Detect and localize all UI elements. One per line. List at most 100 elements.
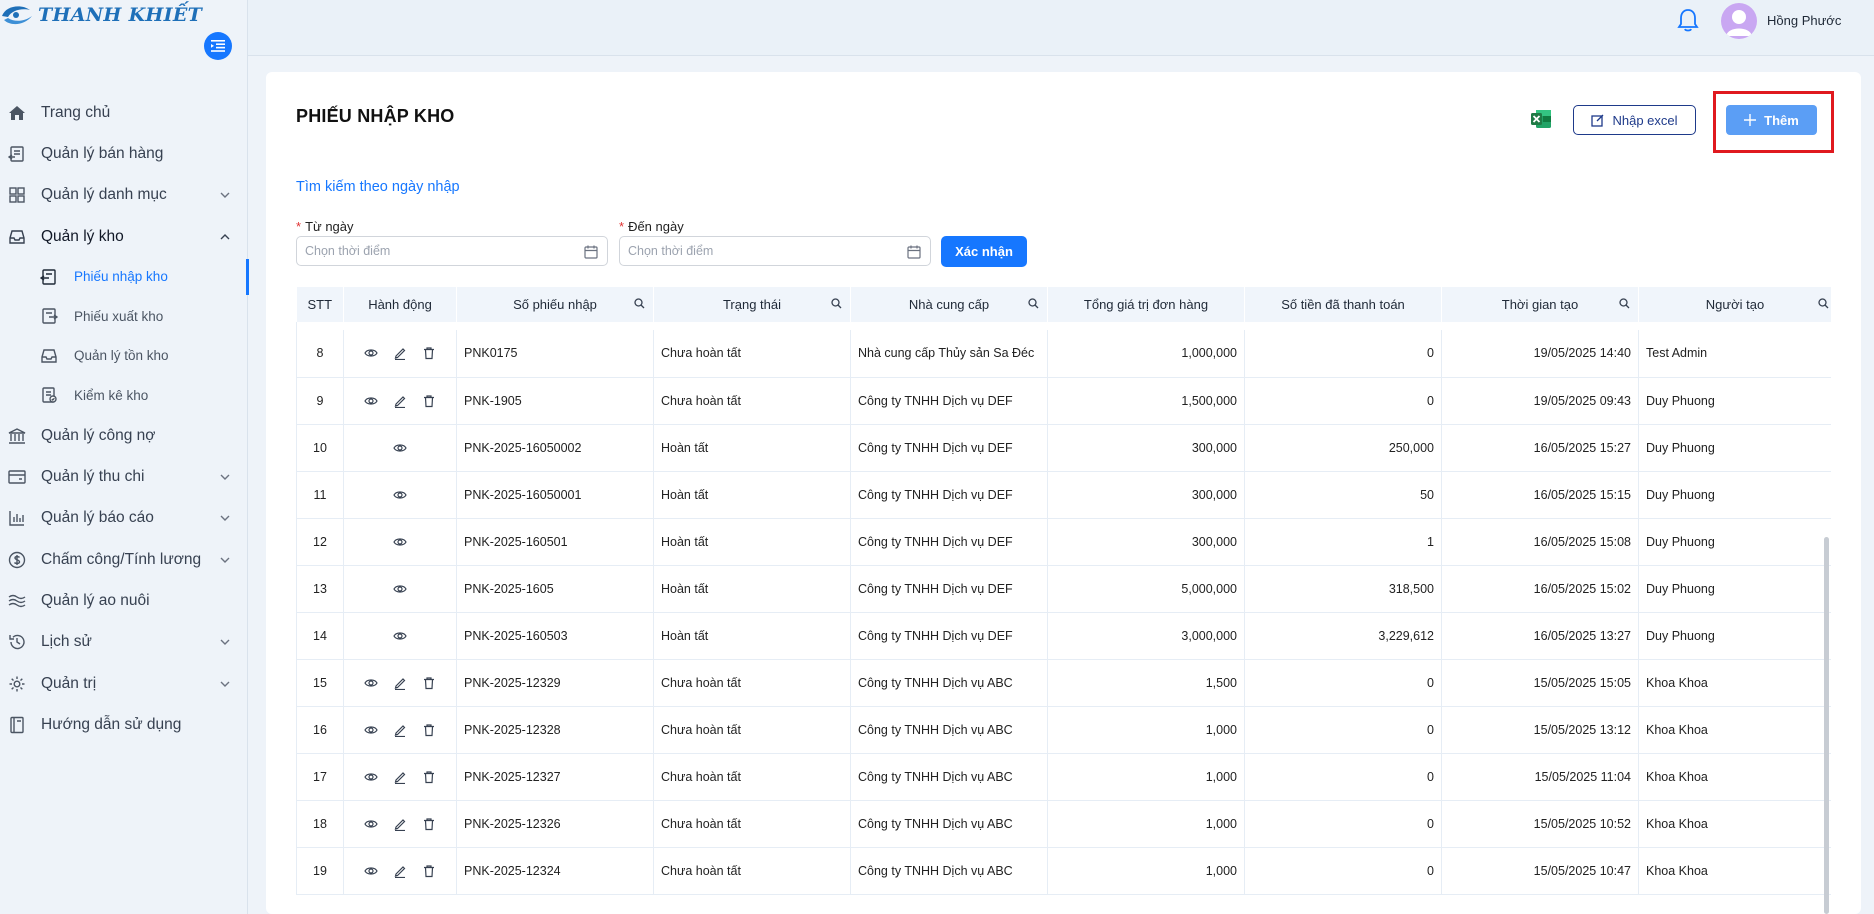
table-header: STT Hành động Số phiếu nhập Trạng thái N… xyxy=(296,287,1831,322)
delete-icon[interactable] xyxy=(422,722,437,737)
avatar[interactable] xyxy=(1721,3,1757,39)
sidebar-item-warehouse[interactable]: Quản lý kho xyxy=(0,216,248,257)
bell-icon[interactable] xyxy=(1677,8,1699,34)
delete-icon[interactable] xyxy=(422,863,437,878)
cell-supplier: Công ty TNHH Dịch vụ DEF xyxy=(850,377,1048,425)
brand-logo[interactable]: THANH KHIẾT xyxy=(0,2,202,28)
table-row[interactable]: 11 PNK-2025-16050001 Hoàn tất Công ty TNHH … xyxy=(296,471,1831,519)
sidebar-item-catalog[interactable]: Quản lý danh mục xyxy=(0,175,248,216)
cell-status: Chưa hoàn tất xyxy=(653,706,851,754)
import-excel-label: Nhập excel xyxy=(1612,112,1678,128)
table-row[interactable]: 10 PNK-2025-16050002 Hoàn tất Công ty TNHH … xyxy=(296,424,1831,472)
sidebar-item-history[interactable]: Lịch sử xyxy=(0,622,248,663)
eye-icon[interactable] xyxy=(393,628,408,643)
delete-icon[interactable] xyxy=(422,769,437,784)
confirm-button[interactable]: Xác nhận xyxy=(941,236,1027,267)
edit-icon[interactable] xyxy=(393,722,408,737)
search-icon[interactable] xyxy=(634,298,645,309)
delete-icon[interactable] xyxy=(422,346,437,361)
sidebar-item-admin[interactable]: Quản trị xyxy=(0,663,248,704)
eye-icon[interactable] xyxy=(364,346,379,361)
table-row[interactable]: 14 PNK-2025-160503 Hoàn tất Công ty TNHH Dị… xyxy=(296,612,1831,660)
cell-stt: 15 xyxy=(296,659,344,707)
column-header-stt: STT xyxy=(296,287,344,322)
cell-paid: 0 xyxy=(1244,330,1442,378)
cell-status: Hoàn tất xyxy=(653,612,851,660)
export-icon xyxy=(40,307,58,325)
edit-icon[interactable] xyxy=(393,675,408,690)
table-row[interactable]: 17 PNK-2025-12327 Chưa hoàn tất Công ty TNH… xyxy=(296,753,1831,801)
cell-actions xyxy=(343,518,457,566)
edit-icon[interactable] xyxy=(393,393,408,408)
sidebar-subitem-import-receipt[interactable]: Phiếu nhập kho xyxy=(0,257,249,297)
row-actions xyxy=(351,675,449,690)
column-header-label: Nhà cung cấp xyxy=(908,297,990,312)
eye-icon[interactable] xyxy=(393,581,408,596)
import-excel-button[interactable]: Nhập excel xyxy=(1573,105,1696,135)
sidebar-item-debt[interactable]: Quản lý công nợ xyxy=(0,415,248,456)
sidebar-item-ponds[interactable]: Quản lý ao nuôi xyxy=(0,580,248,621)
cell-created: 15/05/2025 10:47 xyxy=(1441,847,1639,895)
table-row[interactable]: 18 PNK-2025-12326 Chưa hoàn tất Công ty TNH… xyxy=(296,800,1831,848)
sidebar-item-payroll[interactable]: Chấm công/Tính lương xyxy=(0,539,248,580)
column-header-label: Hành động xyxy=(368,297,432,312)
cell-supplier: Công ty TNHH Dịch vụ DEF xyxy=(850,471,1048,519)
table-row[interactable]: 13 PNK-2025-1605 Hoàn tất Công ty TNHH Dịch… xyxy=(296,565,1831,613)
table-row[interactable]: 19 PNK-2025-12324 Chưa hoàn tất Công ty TNH… xyxy=(296,847,1831,895)
delete-icon[interactable] xyxy=(422,675,437,690)
delete-icon[interactable] xyxy=(422,393,437,408)
search-icon[interactable] xyxy=(1619,298,1630,309)
eye-icon[interactable] xyxy=(393,534,408,549)
sidebar-item-label: Quản lý ao nuôi xyxy=(41,592,150,610)
to-date-input[interactable]: Chọn thời điểm xyxy=(619,236,931,266)
table-row[interactable]: 8 PNK0175 Chưa hoàn tất Nhà cung cấp Thủy s… xyxy=(296,330,1831,378)
cell-actions xyxy=(343,424,457,472)
eye-icon[interactable] xyxy=(364,675,379,690)
eye-icon[interactable] xyxy=(364,816,379,831)
cell-creator: Duy Phuong xyxy=(1638,424,1831,472)
table-body: 8 PNK0175 Chưa hoàn tất Nhà cung cấp Thủy s… xyxy=(296,322,1831,895)
eye-icon[interactable] xyxy=(364,769,379,784)
chevron-down-icon xyxy=(220,681,230,687)
excel-export-icon[interactable] xyxy=(1530,108,1552,130)
search-icon[interactable] xyxy=(1818,298,1829,309)
from-date-input[interactable]: Chọn thời điểm xyxy=(296,236,608,266)
sidebar-item-sales[interactable]: Quản lý bán hàng xyxy=(0,133,248,174)
table-scrollbar[interactable] xyxy=(1824,537,1829,914)
table-row[interactable]: 12 PNK-2025-160501 Hoàn tất Công ty TNHH Dị… xyxy=(296,518,1831,566)
sidebar-item-reports[interactable]: Quản lý báo cáo xyxy=(0,498,248,539)
cell-creator: Khoa Khoa xyxy=(1638,847,1831,895)
page-title: PHIẾU NHẬP KHO xyxy=(296,106,455,126)
column-header-total: Tổng giá trị đơn hàng xyxy=(1047,287,1245,322)
eye-icon[interactable] xyxy=(364,863,379,878)
sidebar-item-home[interactable]: Trang chủ xyxy=(0,92,248,133)
table-row[interactable]: 15 PNK-2025-12329 Chưa hoàn tất Công ty TNH… xyxy=(296,659,1831,707)
edit-icon[interactable] xyxy=(393,769,408,784)
cell-creator: Duy Phuong xyxy=(1638,565,1831,613)
sidebar-item-guide[interactable]: Hướng dẫn sử dụng xyxy=(0,704,248,745)
search-icon[interactable] xyxy=(831,298,842,309)
cell-total: 300,000 xyxy=(1047,518,1245,566)
edit-icon[interactable] xyxy=(393,863,408,878)
table-spacer xyxy=(296,322,1831,330)
eye-icon[interactable] xyxy=(393,487,408,502)
cell-status: Chưa hoàn tất xyxy=(653,800,851,848)
sidebar-collapse-button[interactable] xyxy=(204,32,232,60)
username[interactable]: Hồng Phước xyxy=(1767,13,1841,28)
sidebar-subitem-stocktake[interactable]: Kiểm kê kho xyxy=(0,376,248,416)
table-row[interactable]: 9 PNK-1905 Chưa hoàn tất Công ty TNHH Dịch … xyxy=(296,377,1831,425)
eye-icon[interactable] xyxy=(364,722,379,737)
sidebar-item-cashflow[interactable]: Quản lý thu chi xyxy=(0,456,248,497)
sidebar-subitem-inventory[interactable]: Quản lý tồn kho xyxy=(0,336,248,376)
sidebar-subitem-export-receipt[interactable]: Phiếu xuất kho xyxy=(0,297,248,337)
eye-icon[interactable] xyxy=(393,440,408,455)
cell-code: PNK-2025-160501 xyxy=(456,518,654,566)
edit-icon[interactable] xyxy=(393,816,408,831)
search-icon[interactable] xyxy=(1028,298,1039,309)
table-row[interactable]: 16 PNK-2025-12328 Chưa hoàn tất Công ty TNH… xyxy=(296,706,1831,754)
receipts-table: STT Hành động Số phiếu nhập Trạng thái N… xyxy=(296,287,1831,914)
cell-status: Hoàn tất xyxy=(653,471,851,519)
edit-icon[interactable] xyxy=(393,346,408,361)
eye-icon[interactable] xyxy=(364,393,379,408)
delete-icon[interactable] xyxy=(422,816,437,831)
